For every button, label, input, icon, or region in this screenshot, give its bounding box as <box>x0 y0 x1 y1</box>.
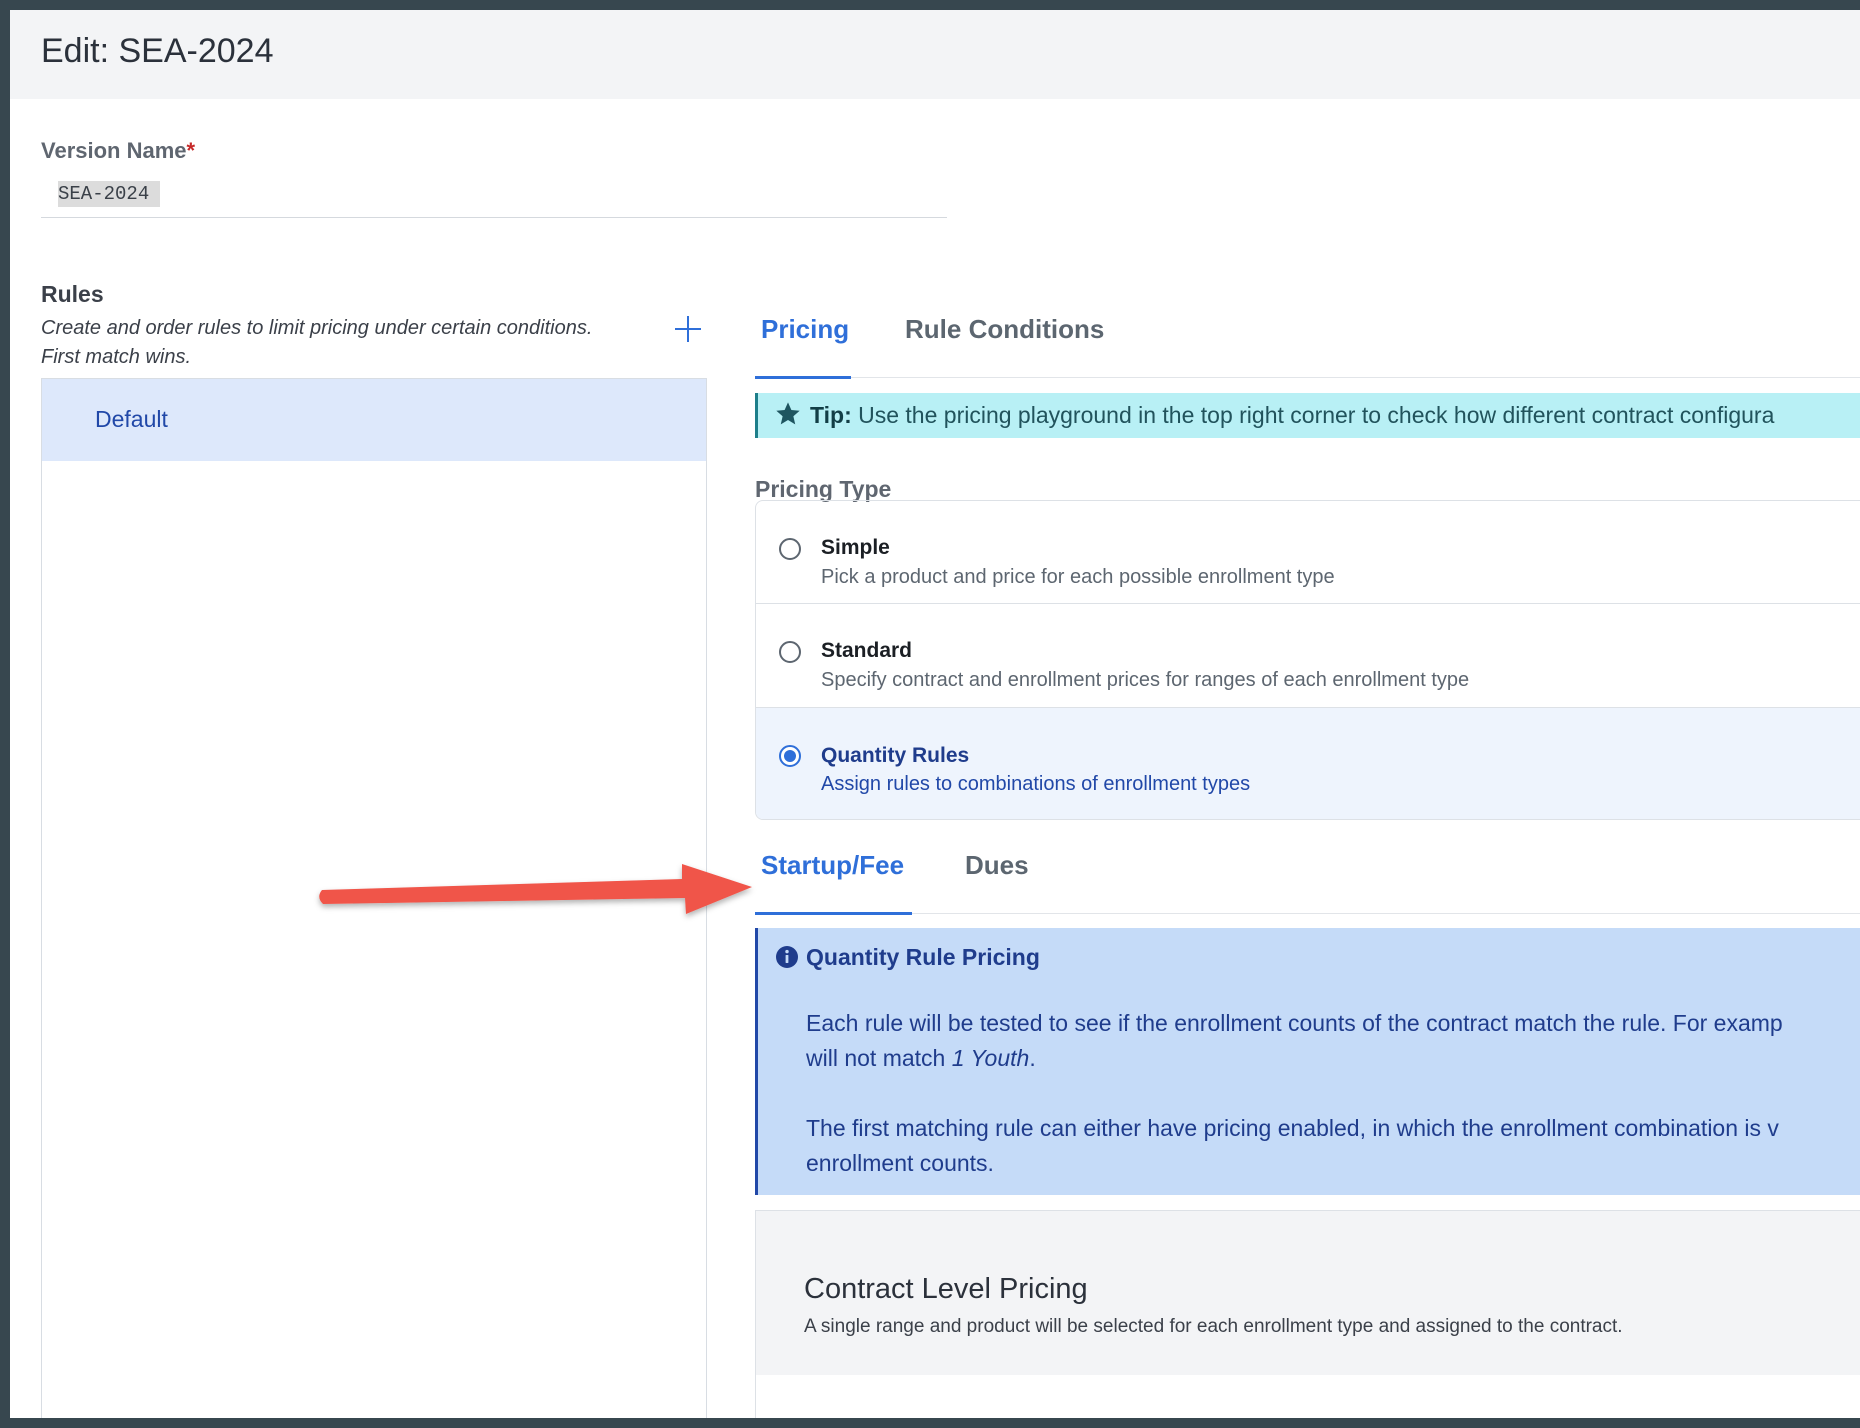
option-description: Specify contract and enrollment prices f… <box>821 669 1470 691</box>
version-name-label-text: Version Name <box>41 138 187 163</box>
info-emphasis: 1 Youth <box>951 1045 1030 1071</box>
option-title: Quantity Rules <box>821 744 970 767</box>
page-header: Edit: SEA-2024 <box>10 10 1860 99</box>
tab-pricing-label: Pricing <box>761 314 850 344</box>
info-text: will not match <box>806 1045 952 1071</box>
tip-banner: Tip: Use the pricing playground in the t… <box>755 393 1860 438</box>
contract-level-pricing-body <box>756 1375 1860 1418</box>
option-description: Assign rules to combinations of enrollme… <box>821 773 1251 795</box>
info-paragraph-2: The first matching rule can either have … <box>806 1115 1779 1176</box>
info-text: Each rule will be tested to see if the e… <box>806 1010 1783 1036</box>
page-title: Edit: SEA-2024 <box>41 32 274 70</box>
tab-pricing[interactable]: Pricing <box>755 300 851 379</box>
option-description: Pick a product and price for each possib… <box>821 566 1335 588</box>
tab-rule-conditions-label: Rule Conditions <box>905 314 1105 344</box>
tab-dues[interactable]: Dues <box>965 836 1045 912</box>
option-title: Standard <box>821 639 913 662</box>
tip-text: Tip: Use the pricing playground in the t… <box>810 402 1774 429</box>
pricing-type-options: Simple Pick a product and price for each… <box>755 500 1860 820</box>
add-rule-button[interactable] <box>671 312 705 346</box>
version-name-label: Version Name* <box>41 138 195 164</box>
pricing-option-standard[interactable]: Standard Specify contract and enrollment… <box>756 604 1860 708</box>
tip-message: Use the pricing playground in the top ri… <box>858 402 1775 428</box>
info-body: Each rule will be tested to see if the e… <box>806 1006 1860 1195</box>
tip-prefix: Tip: <box>810 402 852 428</box>
contract-level-pricing-title: Contract Level Pricing <box>804 1273 1088 1305</box>
rule-item-label: Default <box>95 406 168 432</box>
rules-description: Create and order rules to limit pricing … <box>41 317 593 368</box>
pricing-option-simple[interactable]: Simple Pick a product and price for each… <box>756 501 1860 604</box>
radio-quantity-rules[interactable] <box>779 745 801 767</box>
pricing-tabs: Pricing Rule Conditions <box>755 300 1860 379</box>
radio-standard[interactable] <box>779 641 801 663</box>
edit-window: Edit: SEA-2024 Version Name* Rules Creat… <box>10 10 1860 1418</box>
option-title: Simple <box>821 536 890 559</box>
tab-dues-label: Dues <box>965 850 1029 880</box>
info-circle-icon <box>776 946 798 968</box>
info-text: . <box>1029 1045 1036 1071</box>
fee-tabs: Startup/Fee Dues <box>755 836 1860 915</box>
red-arrow-annotation <box>319 864 752 914</box>
tab-startup-fee[interactable]: Startup/Fee <box>755 836 912 915</box>
pricing-type-label: Pricing Type <box>755 476 892 502</box>
rule-item-default[interactable]: Default <box>42 379 706 461</box>
version-name-input[interactable] <box>41 170 947 218</box>
rules-title: Rules <box>41 281 104 307</box>
tab-rule-conditions[interactable]: Rule Conditions <box>905 300 1105 376</box>
star-icon <box>776 402 800 425</box>
radio-simple[interactable] <box>779 538 801 560</box>
info-title: Quantity Rule Pricing <box>806 944 1040 970</box>
info-paragraph-1: Each rule will be tested to see if the e… <box>806 1006 1860 1076</box>
tab-startup-fee-label: Startup/Fee <box>761 850 905 880</box>
contract-level-pricing: Contract Level Pricing A single range an… <box>755 1210 1860 1418</box>
pricing-option-quantity-rules[interactable]: Quantity Rules Assign rules to combinati… <box>756 708 1860 819</box>
quantity-rule-info: Quantity Rule Pricing Each rule will be … <box>755 928 1860 1195</box>
contract-level-pricing-description: A single range and product will be selec… <box>804 1316 1623 1337</box>
required-mark: * <box>186 138 196 163</box>
